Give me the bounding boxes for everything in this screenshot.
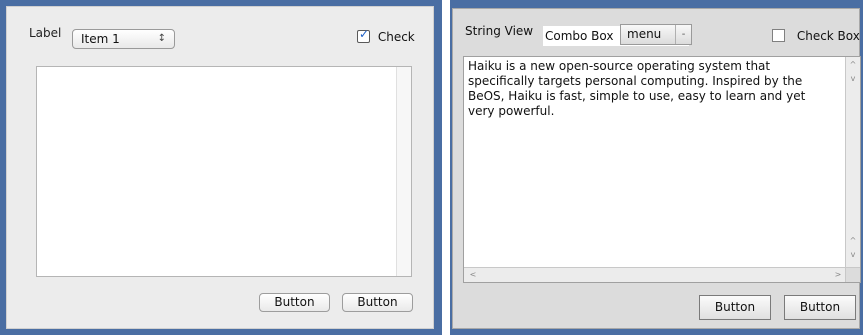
check-box-label: Check Box: [796, 29, 860, 43]
scroll-down-icon-bottom[interactable]: v: [847, 249, 859, 261]
menu-value: menu: [627, 27, 662, 41]
check-label: Check: [377, 30, 415, 44]
check-checkbox[interactable]: ✓ Check: [357, 27, 415, 44]
horizontal-scrollbar-right[interactable]: < >: [464, 267, 847, 282]
button-right-1[interactable]: Button: [699, 295, 771, 320]
window-gap: [442, 0, 450, 335]
scroll-up-icon[interactable]: ^: [847, 59, 859, 71]
checkmark-icon: ✓: [359, 27, 370, 41]
scrollbar-corner: [845, 267, 860, 282]
scroll-up-icon-bottom[interactable]: ^: [847, 235, 859, 247]
scroll-left-icon[interactable]: <: [466, 269, 480, 281]
vertical-scrollbar-right[interactable]: ^ v ^ v: [845, 57, 860, 267]
button-left-1[interactable]: Button: [259, 293, 330, 312]
popup-value: Item 1: [81, 32, 120, 46]
button-right-2[interactable]: Button: [784, 295, 856, 320]
combo-menu-field[interactable]: menu -: [620, 24, 692, 45]
right-text-view[interactable]: Haiku is a new open-source operating sys…: [463, 56, 861, 283]
menu-dropdown-icon: -: [675, 25, 691, 44]
combo-box-label: Combo Box: [545, 29, 614, 43]
label-text: Label: [29, 26, 62, 40]
scroll-right-icon[interactable]: >: [831, 269, 845, 281]
scroll-down-icon[interactable]: v: [847, 73, 859, 85]
popup-arrows-icon: ↕: [157, 33, 166, 44]
checkbox-box[interactable]: ✓: [357, 27, 370, 43]
item-popup-button[interactable]: Item 1 ↕: [72, 29, 175, 49]
check-box[interactable]: Check Box: [772, 27, 860, 43]
left-text-area[interactable]: [36, 66, 412, 277]
button-left-2[interactable]: Button: [342, 293, 413, 312]
checkbox-box-right[interactable]: [772, 29, 785, 42]
string-view: String View: [465, 24, 534, 38]
vertical-scrollbar[interactable]: [396, 67, 411, 276]
text-content: Haiku is a new open-source operating sys…: [468, 59, 806, 118]
